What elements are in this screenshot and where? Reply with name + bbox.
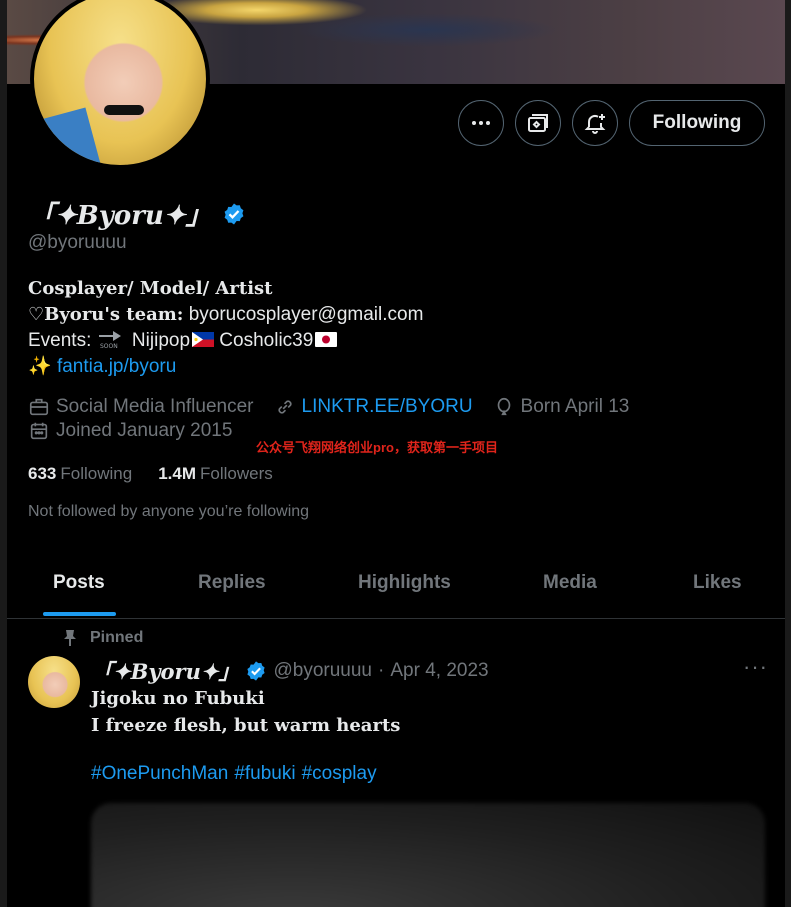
- profile-tabs: Posts Replies Highlights Media Likes: [7, 560, 785, 619]
- soon-arrow-icon: SOON: [98, 331, 121, 349]
- profile-meta-row: Social Media Influencer LINKTR.EE/BYORU …: [28, 396, 629, 418]
- tab-media[interactable]: Media: [543, 572, 597, 594]
- svg-text:SOON: SOON: [100, 343, 118, 349]
- post-author-handle[interactable]: @byoruuuu: [273, 660, 372, 682]
- verified-badge-icon[interactable]: [245, 660, 267, 682]
- profile-avatar[interactable]: [30, 0, 210, 169]
- more-button[interactable]: [458, 100, 504, 146]
- profile-stats: 633 Following 1.4M Followers: [28, 464, 273, 484]
- notifications-button[interactable]: [572, 100, 618, 146]
- post-line-2: I freeze flesh, but warm hearts: [91, 715, 401, 736]
- tab-replies[interactable]: Replies: [198, 572, 266, 594]
- subscribe-icon: [528, 114, 548, 132]
- sparkles-icon: ✨: [28, 356, 52, 377]
- profile-joined: Joined January 2015: [56, 420, 233, 441]
- philippines-flag-icon: [192, 332, 215, 347]
- post-media-image[interactable]: [91, 803, 765, 907]
- pin-icon: [64, 630, 76, 646]
- bio-link[interactable]: fantia.jp/byoru: [57, 356, 176, 377]
- link-icon: [277, 400, 292, 414]
- profile-website-link[interactable]: LINKTR.EE/BYORU: [302, 396, 473, 418]
- watermark-text: 公众号飞翔网络创业pro，获取第一手项目: [256, 440, 498, 455]
- profile-bio: Cosplayer/ Model/ Artist ♡Byoru's team: …: [28, 276, 423, 380]
- profile-category: Social Media Influencer: [56, 396, 254, 417]
- post-separator: ·: [378, 660, 385, 681]
- active-tab-indicator: [43, 612, 116, 616]
- briefcase-icon: [29, 398, 49, 416]
- following-button[interactable]: Following: [629, 100, 765, 146]
- window-edge-left: [0, 0, 7, 907]
- window-edge-right: [785, 0, 791, 907]
- post-line-1: Jigoku no Fubuki: [91, 688, 265, 709]
- not-followed-notice: Not followed by anyone you’re following: [28, 503, 310, 520]
- following-count-link[interactable]: 633 Following: [28, 464, 132, 484]
- tab-posts[interactable]: Posts: [53, 572, 105, 594]
- post-header: 「✦𝑩𝒚𝒐𝒓𝒖✦」 @byoruuuu · Apr 4, 2023: [92, 656, 489, 686]
- post-date[interactable]: Apr 4, 2023: [390, 660, 488, 682]
- bio-line-link: ✨ fantia.jp/byoru: [28, 354, 423, 380]
- calendar-icon: [30, 422, 48, 440]
- pinned-label: Pinned: [62, 629, 143, 647]
- display-name: 「✦𝑩𝒚𝒐𝒓𝒖✦」: [29, 201, 212, 231]
- bio-line-team: ♡Byoru's team: byorucosplayer@gmail.com: [28, 304, 424, 325]
- profile-joined-row: Joined January 2015: [28, 420, 232, 442]
- balloon-icon: [497, 397, 510, 416]
- followers-count-link[interactable]: 1.4M Followers: [158, 464, 273, 484]
- bio-line-roles: Cosplayer/ Model/ Artist: [28, 278, 273, 299]
- profile-handle: @byoruuuu: [28, 232, 127, 253]
- verified-badge-icon[interactable]: [222, 202, 246, 226]
- hashtag-link[interactable]: #fubuki: [234, 763, 295, 784]
- bell-plus-icon: [584, 114, 606, 134]
- hashtag-link[interactable]: #cosplay: [302, 763, 377, 784]
- hashtag-link[interactable]: #OnePunchMan: [91, 763, 228, 784]
- post-author-name[interactable]: 「✦𝑩𝒚𝒐𝒓𝒖✦」: [92, 656, 239, 686]
- subscribe-button[interactable]: [515, 100, 561, 146]
- tab-highlights[interactable]: Highlights: [358, 572, 451, 594]
- japan-flag-icon: [315, 332, 338, 347]
- post-author-avatar[interactable]: [28, 656, 80, 708]
- tab-likes[interactable]: Likes: [693, 572, 742, 594]
- post-text: Jigoku no Fubuki I freeze flesh, but war…: [91, 685, 400, 739]
- profile-page: Following 「✦𝑩𝒚𝒐𝒓𝒖✦」 @byoruuuu Cosplayer/…: [7, 0, 785, 907]
- more-horizontal-icon: [472, 121, 490, 125]
- bio-line-events: Events: SOON Nijipop Cosholic39: [28, 328, 423, 354]
- profile-birthday: Born April 13: [520, 396, 630, 417]
- post-hashtags: #OnePunchMan #fubuki #cosplay: [91, 763, 383, 785]
- profile-name: 「✦𝑩𝒚𝒐𝒓𝒖✦」: [29, 195, 246, 232]
- post-more-button[interactable]: ···: [743, 654, 768, 680]
